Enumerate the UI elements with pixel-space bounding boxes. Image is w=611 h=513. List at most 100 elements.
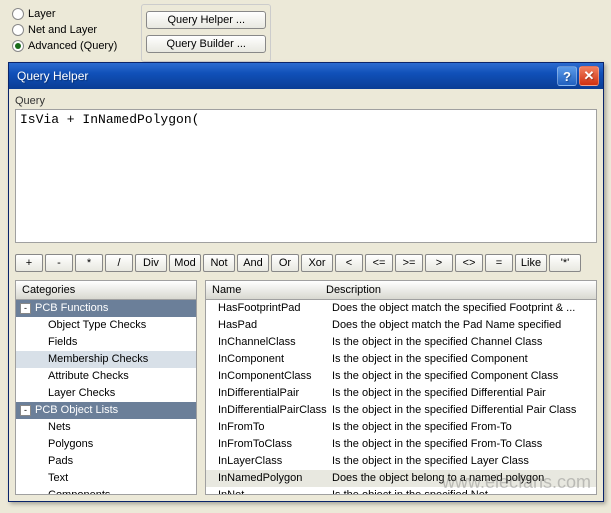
query-helper-button[interactable]: Query Helper ... (146, 11, 266, 29)
tree-group-label: PCB Functions (35, 301, 108, 316)
radio-label: Layer (28, 8, 56, 20)
tree-group[interactable]: -PCB Object Lists (16, 402, 196, 419)
function-description: Is the object in the specified From-To (332, 420, 592, 435)
tree-item[interactable]: Text (16, 470, 196, 487)
tree-item-label: Object Type Checks (48, 318, 146, 333)
function-description: Is the object in the specified Component (332, 352, 592, 367)
function-name: InFromTo (218, 420, 332, 435)
tree-item[interactable]: Fields (16, 334, 196, 351)
operator-button-1[interactable]: - (45, 254, 73, 272)
operator-button-15[interactable]: = (485, 254, 513, 272)
function-name: InComponentClass (218, 369, 332, 384)
operator-button-10[interactable]: < (335, 254, 363, 272)
operator-button-7[interactable]: And (237, 254, 269, 272)
function-name: InDifferentialPair (218, 386, 332, 401)
tree-item-label: Components (48, 488, 110, 495)
collapse-icon[interactable]: - (20, 405, 31, 416)
operator-button-16[interactable]: Like (515, 254, 547, 272)
tree-item-label: Attribute Checks (48, 369, 129, 384)
query-helper-dialog: Query Helper ? ✕ Query +-*/DivModNotAndO… (8, 62, 604, 502)
description-column-header[interactable]: Description (326, 284, 590, 296)
operator-button-2[interactable]: * (75, 254, 103, 272)
tree-item-label: Text (48, 471, 68, 486)
list-item[interactable]: InNamedPolygonDoes the object belong to … (206, 470, 596, 487)
function-description: Is the object in the specified From-To C… (332, 437, 592, 452)
list-item[interactable]: InChannelClassIs the object in the speci… (206, 334, 596, 351)
operator-button-6[interactable]: Not (203, 254, 235, 272)
close-icon: ✕ (584, 68, 595, 84)
list-item[interactable]: InDifferentialPairClassIs the object in … (206, 402, 596, 419)
tree-item[interactable]: Layer Checks (16, 385, 196, 402)
operator-button-11[interactable]: <= (365, 254, 393, 272)
function-name: InDifferentialPairClass (218, 403, 332, 418)
query-label: Query (15, 95, 597, 107)
collapse-icon[interactable]: - (20, 303, 31, 314)
tree-item-label: Fields (48, 335, 77, 350)
operator-button-4[interactable]: Div (135, 254, 167, 272)
operator-button-14[interactable]: <> (455, 254, 483, 272)
radio-icon (12, 40, 24, 52)
operator-button-12[interactable]: >= (395, 254, 423, 272)
function-description: Does the object belong to a named polygo… (332, 471, 592, 486)
function-description: Is the object in the specified Different… (332, 386, 592, 401)
list-item[interactable]: InFromToIs the object in the specified F… (206, 419, 596, 436)
radio-layer[interactable]: Layer (12, 8, 117, 20)
functions-list[interactable]: HasFootprintPadDoes the object match the… (205, 300, 597, 495)
function-description: Is the object in the specified Component… (332, 369, 592, 384)
query-builder-button[interactable]: Query Builder ... (146, 35, 266, 53)
tree-item-label: Nets (48, 420, 71, 435)
function-description: Is the object in the specified Different… (332, 403, 592, 418)
list-item[interactable]: InDifferentialPairIs the object in the s… (206, 385, 596, 402)
radio-label: Net and Layer (28, 24, 97, 36)
categories-tree[interactable]: -PCB FunctionsObject Type ChecksFieldsMe… (15, 300, 197, 495)
tree-item[interactable]: Attribute Checks (16, 368, 196, 385)
function-description: Does the object match the Pad Name speci… (332, 318, 592, 333)
operator-button-8[interactable]: Or (271, 254, 299, 272)
list-item[interactable]: InLayerClassIs the object in the specifi… (206, 453, 596, 470)
function-name: InChannelClass (218, 335, 332, 350)
radio-net-and-layer[interactable]: Net and Layer (12, 24, 117, 36)
list-item[interactable]: InComponentClassIs the object in the spe… (206, 368, 596, 385)
function-name: InFromToClass (218, 437, 332, 452)
operator-button-17[interactable]: '*' (549, 254, 581, 272)
tree-item-label: Membership Checks (48, 352, 148, 367)
operator-button-9[interactable]: Xor (301, 254, 333, 272)
query-input[interactable] (15, 109, 597, 243)
tree-item[interactable]: Membership Checks (16, 351, 196, 368)
list-item[interactable]: HasFootprintPadDoes the object match the… (206, 300, 596, 317)
categories-header-label: Categories (22, 284, 75, 296)
categories-header[interactable]: Categories (15, 280, 197, 300)
function-name: InComponent (218, 352, 332, 367)
tree-group[interactable]: -PCB Functions (16, 300, 196, 317)
function-description: Is the object in the specified Layer Cla… (332, 454, 592, 469)
function-name: InNamedPolygon (218, 471, 332, 486)
name-column-header[interactable]: Name (212, 284, 326, 296)
operator-button-0[interactable]: + (15, 254, 43, 272)
function-description: Is the object in the specified Net (332, 488, 592, 495)
help-button[interactable]: ? (557, 66, 577, 86)
lists-section: Categories -PCB FunctionsObject Type Che… (15, 280, 597, 495)
titlebar-buttons: ? ✕ (557, 66, 599, 86)
functions-header[interactable]: Name Description (205, 280, 597, 300)
tree-item[interactable]: Nets (16, 419, 196, 436)
tree-item-label: Polygons (48, 437, 93, 452)
close-button[interactable]: ✕ (579, 66, 599, 86)
operator-button-5[interactable]: Mod (169, 254, 201, 272)
list-item[interactable]: InFromToClassIs the object in the specif… (206, 436, 596, 453)
tree-item[interactable]: Components (16, 487, 196, 495)
list-item[interactable]: InComponentIs the object in the specifie… (206, 351, 596, 368)
function-name: InLayerClass (218, 454, 332, 469)
top-panel: Layer Net and Layer Advanced (Query) Que… (0, 0, 611, 66)
list-item[interactable]: HasPadDoes the object match the Pad Name… (206, 317, 596, 334)
operator-button-3[interactable]: / (105, 254, 133, 272)
tree-item[interactable]: Pads (16, 453, 196, 470)
list-item[interactable]: InNetIs the object in the specified Net (206, 487, 596, 495)
operator-button-13[interactable]: > (425, 254, 453, 272)
titlebar[interactable]: Query Helper ? ✕ (9, 63, 603, 89)
functions-panel: Name Description HasFootprintPadDoes the… (205, 280, 597, 495)
tree-item[interactable]: Object Type Checks (16, 317, 196, 334)
tree-item[interactable]: Polygons (16, 436, 196, 453)
function-description: Does the object match the specified Foot… (332, 301, 592, 316)
dialog-body: Query +-*/DivModNotAndOrXor<<=>=><>=Like… (9, 89, 603, 501)
radio-advanced-query[interactable]: Advanced (Query) (12, 40, 117, 52)
